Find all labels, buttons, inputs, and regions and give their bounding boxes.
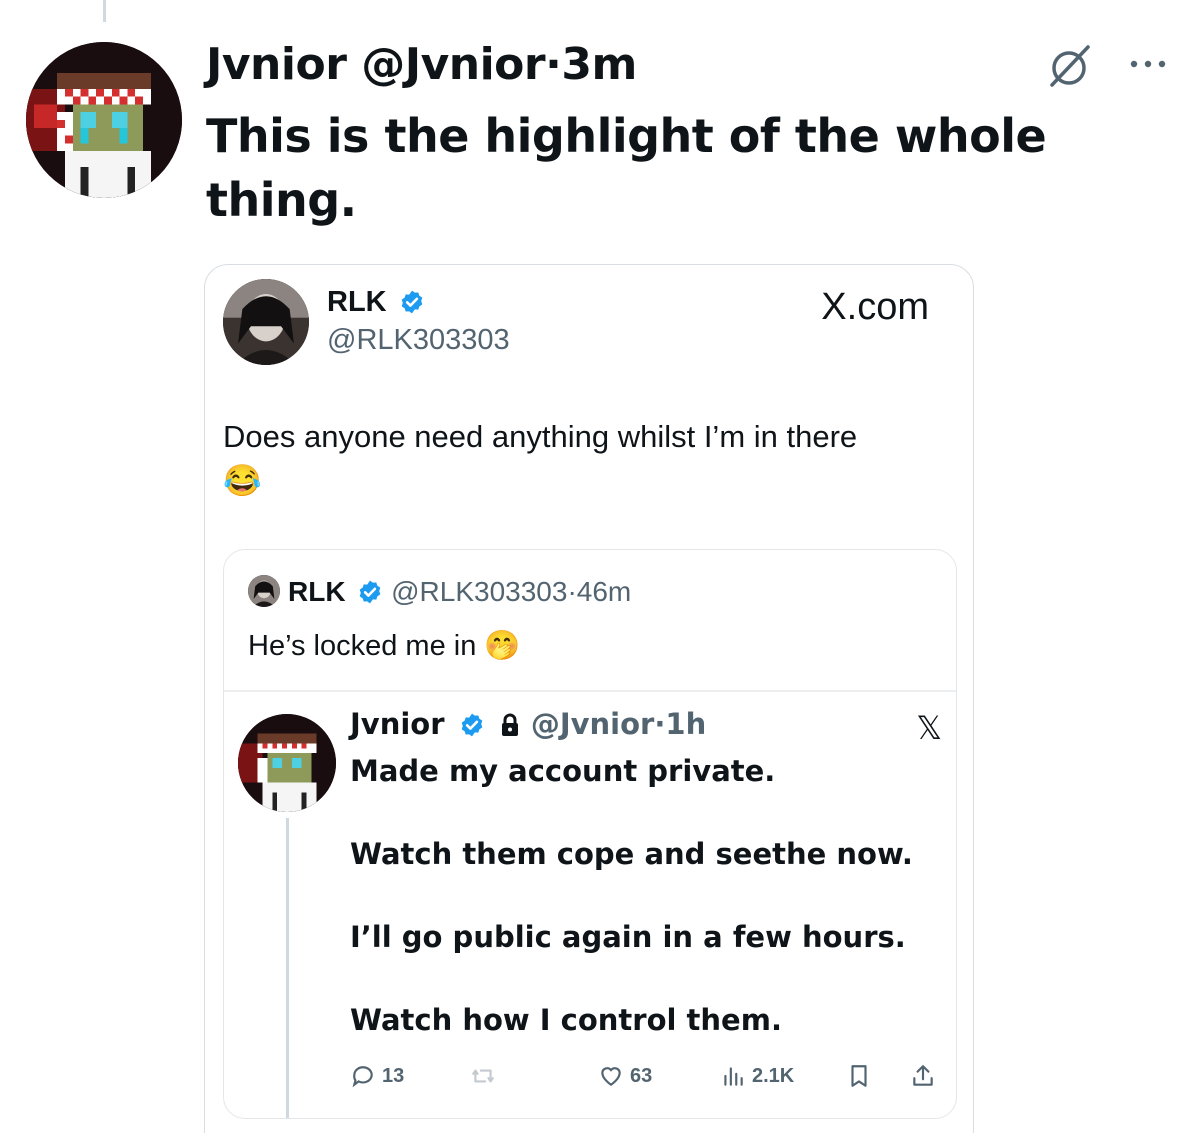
quote-text: He’s locked me in 🤭 xyxy=(248,626,521,666)
reply-action: 13 xyxy=(350,1056,404,1096)
rlk-small-avatar xyxy=(248,575,280,607)
inner-author-name: Jvnior xyxy=(350,707,445,741)
share-action xyxy=(910,1056,936,1096)
verified-badge-icon xyxy=(461,713,482,737)
inner-time: 1h xyxy=(665,707,707,741)
bookmark-icon xyxy=(851,1065,867,1087)
x-com-label: X.com xyxy=(821,286,929,328)
repost-action xyxy=(470,1056,496,1096)
like-action: 63 xyxy=(598,1056,652,1096)
author-name[interactable]: Jvnior xyxy=(206,39,347,90)
inner-author-handle: @Jvnior xyxy=(530,707,655,741)
lock-icon xyxy=(501,713,518,736)
verified-badge-icon xyxy=(360,580,381,604)
inner-line: Watch them cope and seethe now. xyxy=(350,837,913,871)
quote-author-name: RLK xyxy=(288,576,346,607)
separator-dot: · xyxy=(654,707,666,741)
quote-author-handle: @RLK303303 xyxy=(391,576,568,607)
reply-connector-line xyxy=(286,818,289,1118)
repost-icon xyxy=(472,1069,494,1083)
quoted-post: RLK @RLK303303·46m He’s locked me in 🤭 J… xyxy=(223,549,957,1119)
quote-header: RLK @RLK303303·46m xyxy=(248,574,631,610)
author-handle[interactable]: @Jvnior xyxy=(361,39,545,90)
rlk-avatar xyxy=(223,279,309,365)
laughing-emoji: 😂 xyxy=(223,463,262,498)
bookmark-action xyxy=(846,1056,872,1096)
inner-header: Jvnior @Jvnior·1h xyxy=(350,706,706,742)
view-count: 2.1K xyxy=(752,1065,795,1087)
embedded-screenshot[interactable]: RLK @RLK303303 X.com Does anyone need an… xyxy=(204,264,974,1133)
like-count: 63 xyxy=(630,1065,653,1087)
inner-line: I’ll go public again in a few hours. xyxy=(350,920,906,954)
rlk-handle: @RLK303303 xyxy=(327,324,510,356)
rlk-name: RLK xyxy=(327,285,425,319)
divider xyxy=(224,690,956,692)
rlk-name-text: RLK xyxy=(327,286,387,318)
grok-icon[interactable] xyxy=(1042,44,1096,88)
share-icon xyxy=(913,1065,933,1086)
inner-avatar xyxy=(238,714,336,812)
thread-connector-line xyxy=(103,0,106,22)
post-time[interactable]: 3m xyxy=(561,39,637,90)
post-header: Jvnior @Jvnior·3m xyxy=(206,38,637,92)
x-logo-icon: 𝕏 xyxy=(916,709,942,747)
quote-text-body: He’s locked me in xyxy=(248,630,477,662)
hand-over-mouth-emoji: 🤭 xyxy=(484,630,521,662)
separator-dot: · xyxy=(567,576,577,607)
rlk-post-text-body: Does anyone need anything whilst I’m in … xyxy=(223,419,858,454)
views-icon xyxy=(724,1067,743,1086)
inner-line: Made my account private. xyxy=(350,754,776,788)
action-bar: 13 63 2.1K xyxy=(350,1056,950,1096)
post-text: This is the highlight of the whole thing… xyxy=(206,109,1047,227)
inner-post-text: Made my account private. Watch them cope… xyxy=(350,750,940,1082)
reply-icon xyxy=(352,1066,373,1088)
more-icon[interactable] xyxy=(1126,54,1170,74)
rlk-post-text: Does anyone need anything whilst I’m in … xyxy=(223,415,943,503)
inner-line: Watch how I control them. xyxy=(350,1003,782,1037)
quote-time: 46m xyxy=(576,576,632,607)
avatar[interactable] xyxy=(26,42,182,198)
views-action: 2.1K xyxy=(720,1056,794,1096)
separator-dot: · xyxy=(545,39,562,90)
heart-icon xyxy=(601,1067,621,1086)
reply-count: 13 xyxy=(382,1065,405,1087)
verified-badge-icon xyxy=(401,290,422,314)
